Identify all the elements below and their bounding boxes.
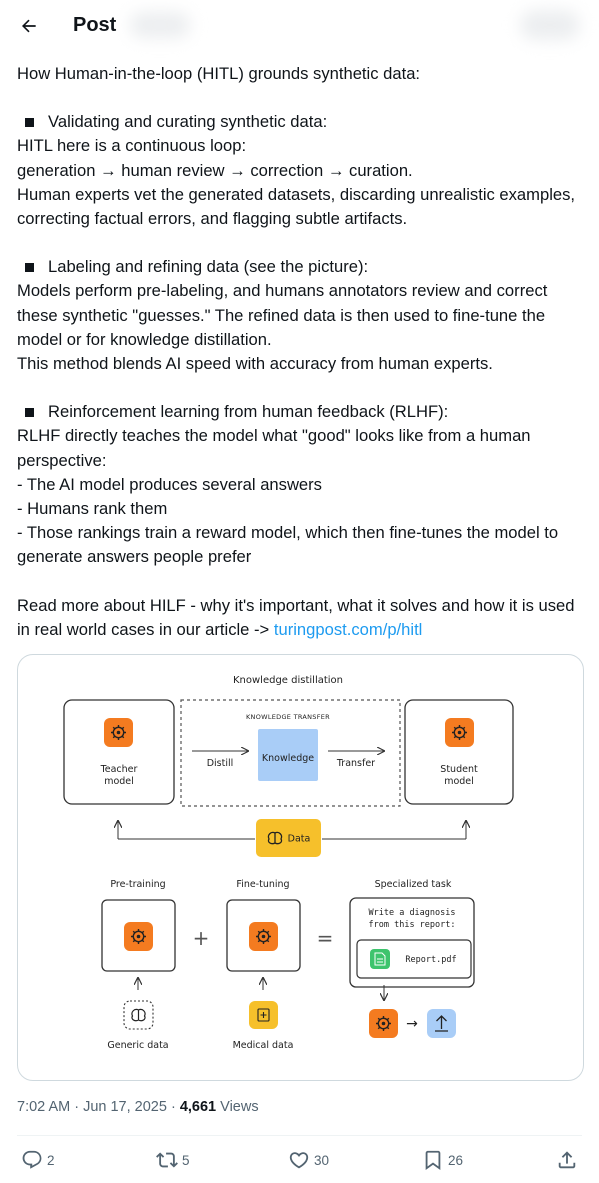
specialized-label: Specialized task (375, 879, 452, 890)
like-button[interactable]: 30 (288, 1146, 329, 1174)
transfer-label: Transfer (336, 758, 375, 769)
back-arrow-icon (22, 19, 36, 33)
views-label: Views (220, 1099, 259, 1115)
teacher-model-box (63, 699, 175, 805)
page-title: Post (73, 14, 117, 36)
reply-icon (22, 1150, 42, 1169)
kd-title: Knowledge distillation (233, 675, 343, 686)
post-line: - Humans rank them (17, 499, 168, 519)
blurred-header-area (130, 12, 190, 38)
bullet-square-icon (25, 407, 34, 417)
repost-count: 5 (182, 1152, 190, 1168)
post-text: How Human-in-the-loop (HITL) grounds syn… (17, 62, 587, 642)
bookmark-icon (425, 1150, 441, 1171)
bookmark-button[interactable]: 26 (422, 1146, 463, 1174)
bullet-square-icon (25, 262, 34, 272)
section-heading: Validating and curating synthetic data: (17, 110, 587, 134)
like-icon (289, 1152, 309, 1169)
divider (17, 1135, 582, 1136)
reply-count: 2 (47, 1152, 55, 1168)
student-model-box (404, 699, 514, 805)
repost-icon (156, 1152, 178, 1168)
pretraining-label: Pre-training (110, 879, 165, 890)
bullet-square-icon (25, 117, 34, 127)
student-label: model (444, 776, 474, 787)
blurred-header-area-right (520, 10, 580, 40)
teacher-label: Teacher (100, 764, 138, 775)
views-count: 4,661 (179, 1099, 217, 1115)
share-icon (558, 1151, 576, 1169)
teacher-label: model (104, 776, 134, 787)
like-count: 30 (314, 1152, 330, 1168)
section-heading: Labeling and refining data (see the pict… (17, 255, 587, 279)
data-label: Data (288, 834, 311, 845)
knowledge-distillation-diagram: Knowledge distillation Teacher model KNO… (63, 675, 514, 1051)
brain-icon (131, 1008, 146, 1022)
post-outro: Read more about HILF - why it's importan… (17, 595, 575, 639)
reply-button[interactable]: 2 (21, 1146, 55, 1174)
repost-button[interactable]: 5 (156, 1146, 190, 1174)
distill-label: Distill (207, 758, 234, 769)
plus-sign: + (193, 926, 210, 950)
student-label: Student (440, 764, 478, 775)
prompt-line: from this report: (369, 920, 456, 930)
post-timestamp: 7:02 AM · Jun 17, 2025 · (17, 1099, 176, 1115)
equals-sign: = (317, 926, 334, 950)
post-line: This method blends AI speed with accurac… (17, 354, 493, 374)
knowledge-label: Knowledge (262, 753, 314, 764)
post-line: Human experts vet the generated datasets… (17, 184, 576, 229)
finetuning-label: Fine-tuning (236, 879, 289, 890)
output-arrow: → (406, 1016, 418, 1032)
post-meta: 7:02 AM · Jun 17, 2025 · 4,661 Views (17, 1099, 259, 1115)
post-line: - The AI model produces several answers (17, 474, 322, 494)
post-line: RLHF directly teaches the model what "go… (17, 426, 531, 470)
section-heading: Reinforcement learning from human feedba… (17, 400, 587, 424)
post-image[interactable]: Knowledge distillation Teacher model KNO… (17, 654, 584, 1081)
post-line: Models perform pre-labeling, and humans … (17, 281, 548, 349)
prompt-line: Write a diagnosis (369, 908, 456, 918)
post-line: generation → human review → correction →… (17, 160, 413, 180)
generic-data-label: Generic data (107, 1040, 168, 1051)
post-line: HITL here is a continuous loop: (17, 136, 247, 156)
share-button[interactable] (556, 1146, 578, 1174)
top-bar: Post (0, 0, 599, 53)
file-name: Report.pdf (405, 955, 456, 965)
medical-data-label: Medical data (233, 1040, 294, 1051)
post-intro: How Human-in-the-loop (HITL) grounds syn… (17, 64, 421, 83)
post-line: - Those rankings train a reward model, w… (17, 523, 559, 567)
back-button[interactable] (12, 9, 46, 43)
action-bar: 2 5 30 26 (0, 1146, 599, 1174)
article-link[interactable]: turingpost.com/p/hitl (274, 620, 423, 639)
bookmark-count: 26 (448, 1152, 464, 1168)
kt-label: KNOWLEDGE TRANSFER (246, 713, 330, 721)
